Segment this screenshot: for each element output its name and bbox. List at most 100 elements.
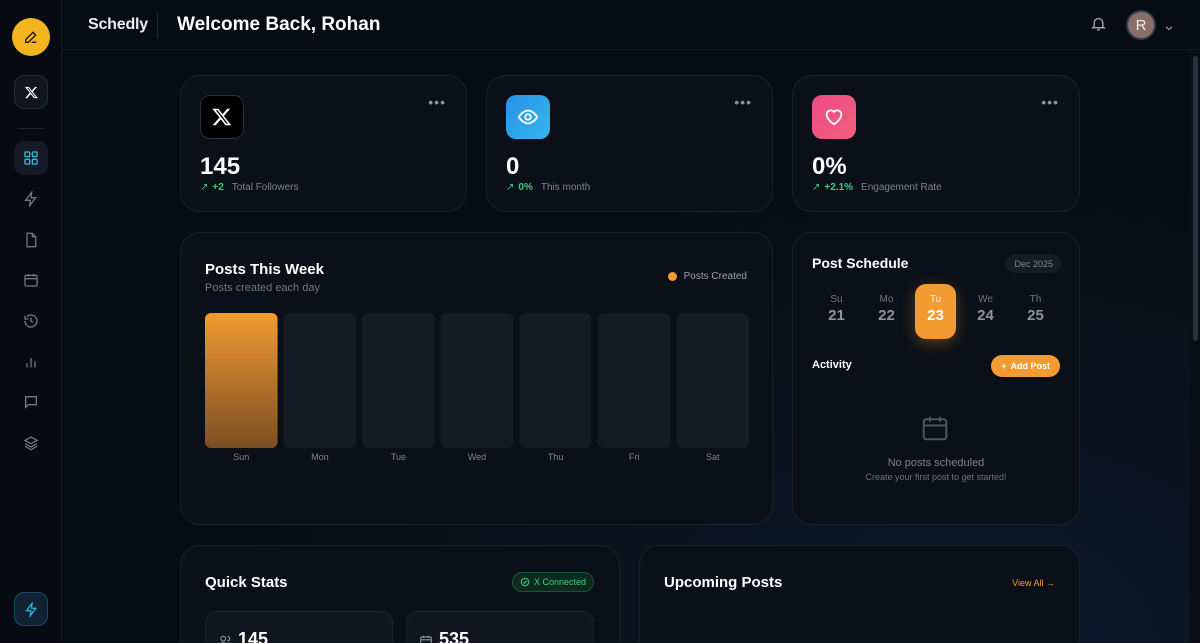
add-post-button[interactable]: + Add Post [991,355,1060,377]
bar-track [440,313,514,448]
post-schedule-card: Post Schedule Dec 2025 Su 21 Mo 22 Tu 23… [792,232,1080,525]
history-icon [24,314,38,328]
day-sunday[interactable]: Su 21 [816,284,857,339]
posts-week-card: Posts This Week Posts created each day P… [180,232,773,525]
x-logo-icon [212,108,232,126]
top-bar: Schedly Welcome Back, Rohan R [62,0,1200,50]
day-name: Mo [879,294,894,305]
x-tick-label: Sat [706,452,720,462]
heart-icon [825,109,843,126]
day-date: 21 [828,307,845,324]
stat-icon-box [200,95,244,139]
chart-title: Posts This Week [205,261,324,278]
eye-icon [517,109,539,125]
empty-state-subtitle: Create your first post to get started! [865,472,1007,482]
avatar[interactable]: R [1126,10,1156,40]
legend-swatch [667,272,677,281]
stat-card-views: ••• 0 ↗ 0% This month [486,75,773,212]
bar-track [362,313,435,448]
stat-delta: +2.1% [824,182,854,193]
notifications-button[interactable] [1090,15,1107,37]
trend-up-icon: ↗ [506,182,515,193]
stat-value: 0% [812,153,847,180]
stat-label: This month [540,182,591,193]
stat-icon-box [812,95,856,139]
sidebar-item-calendar[interactable] [21,270,41,290]
quick-stat-value: 145 [238,629,269,643]
stat-icon-box [506,95,550,139]
stat-trend: ↗ 0% This month [506,182,590,193]
stat-delta: +2 [212,182,224,193]
scrollbar-thumb[interactable] [1193,56,1198,341]
sidebar-item-dashboard[interactable] [14,141,48,175]
message-icon [25,396,37,409]
bar-sun[interactable] [205,313,278,448]
bar-track [519,313,592,448]
more-options-icon[interactable]: ••• [734,94,752,110]
more-options-icon[interactable]: ••• [1041,94,1059,110]
calendar-icon [419,634,433,643]
bar-chart: Sun Mon Tue Wed Thu Fri Sat [205,313,749,462]
plus-icon: + [1001,361,1007,371]
account-menu-toggle[interactable] [1164,20,1174,38]
sidebar-item-history[interactable] [21,311,41,331]
quick-stat-posts: 535 [406,611,594,643]
sidebar-item-layers[interactable] [21,433,41,453]
day-name: Su [830,294,843,305]
page-title: Welcome Back, Rohan [177,14,381,35]
x-tick-label: Tue [391,452,406,462]
brand-divider [157,12,158,38]
stat-label: Total Followers [231,182,299,193]
stat-card-followers: ••• 145 ↗ +2 Total Followers [180,75,467,212]
sidebar-divider [18,128,44,129]
x-tick-label: Wed [468,452,486,462]
calendar-icon [24,274,38,287]
sidebar-item-automation[interactable] [21,189,41,209]
empty-state-title: No posts scheduled [887,457,985,469]
day-date: 24 [977,307,994,324]
x-account-button[interactable] [14,75,48,109]
add-post-label: Add Post [1010,361,1051,371]
bell-icon [1091,17,1106,31]
brand-logo[interactable]: Schedly [88,16,148,34]
stat-delta: 0% [518,182,533,193]
day-thursday[interactable]: Th 25 [1015,284,1056,339]
stat-trend: ↗ +2 Total Followers [200,182,299,193]
view-all-link[interactable]: View All → [1012,578,1055,588]
sidebar-item-messages[interactable] [21,392,41,412]
x-tick-label: Sun [233,452,249,462]
day-name: Tu [929,294,942,305]
bar-track [676,313,749,448]
sidebar-item-posts[interactable] [21,230,41,250]
upgrade-button[interactable] [14,592,48,626]
day-name: We [978,294,993,305]
bar-track [283,313,357,448]
day-monday[interactable]: Mo 22 [866,284,907,339]
compose-button[interactable] [12,18,50,56]
x-tick-label: Fri [629,452,640,462]
day-tuesday-selected[interactable]: Tu 23 [915,284,956,339]
quick-stats-card: Quick Stats X Connected 145 535 [180,545,620,643]
month-selector[interactable]: Dec 2025 [1006,254,1061,273]
quick-stat-value: 535 [439,629,470,643]
upcoming-posts-card: Upcoming Posts View All → [639,545,1080,643]
day-date: 23 [927,307,944,324]
legend-label: Posts Created [683,271,747,282]
chart-subtitle: Posts created each day [205,282,320,294]
grid-icon [24,151,38,165]
stat-card-engagement: ••• 0% ↗ +2.1% Engagement Rate [792,75,1080,212]
document-icon [26,232,37,248]
more-options-icon[interactable]: ••• [428,94,446,110]
day-wednesday[interactable]: We 24 [965,284,1006,339]
x-tick-label: Thu [548,452,564,462]
lightning-icon [24,191,37,207]
sidebar-item-analytics[interactable] [21,352,41,372]
connection-status-label: X Connected [533,577,586,587]
stat-label: Engagement Rate [861,182,942,193]
chart-legend: Posts Created [667,271,747,282]
quick-stats-title: Quick Stats [205,574,288,591]
check-circle-icon [520,577,530,587]
pencil-icon [25,31,37,43]
sidebar [0,0,62,643]
upcoming-posts-title: Upcoming Posts [664,574,783,591]
